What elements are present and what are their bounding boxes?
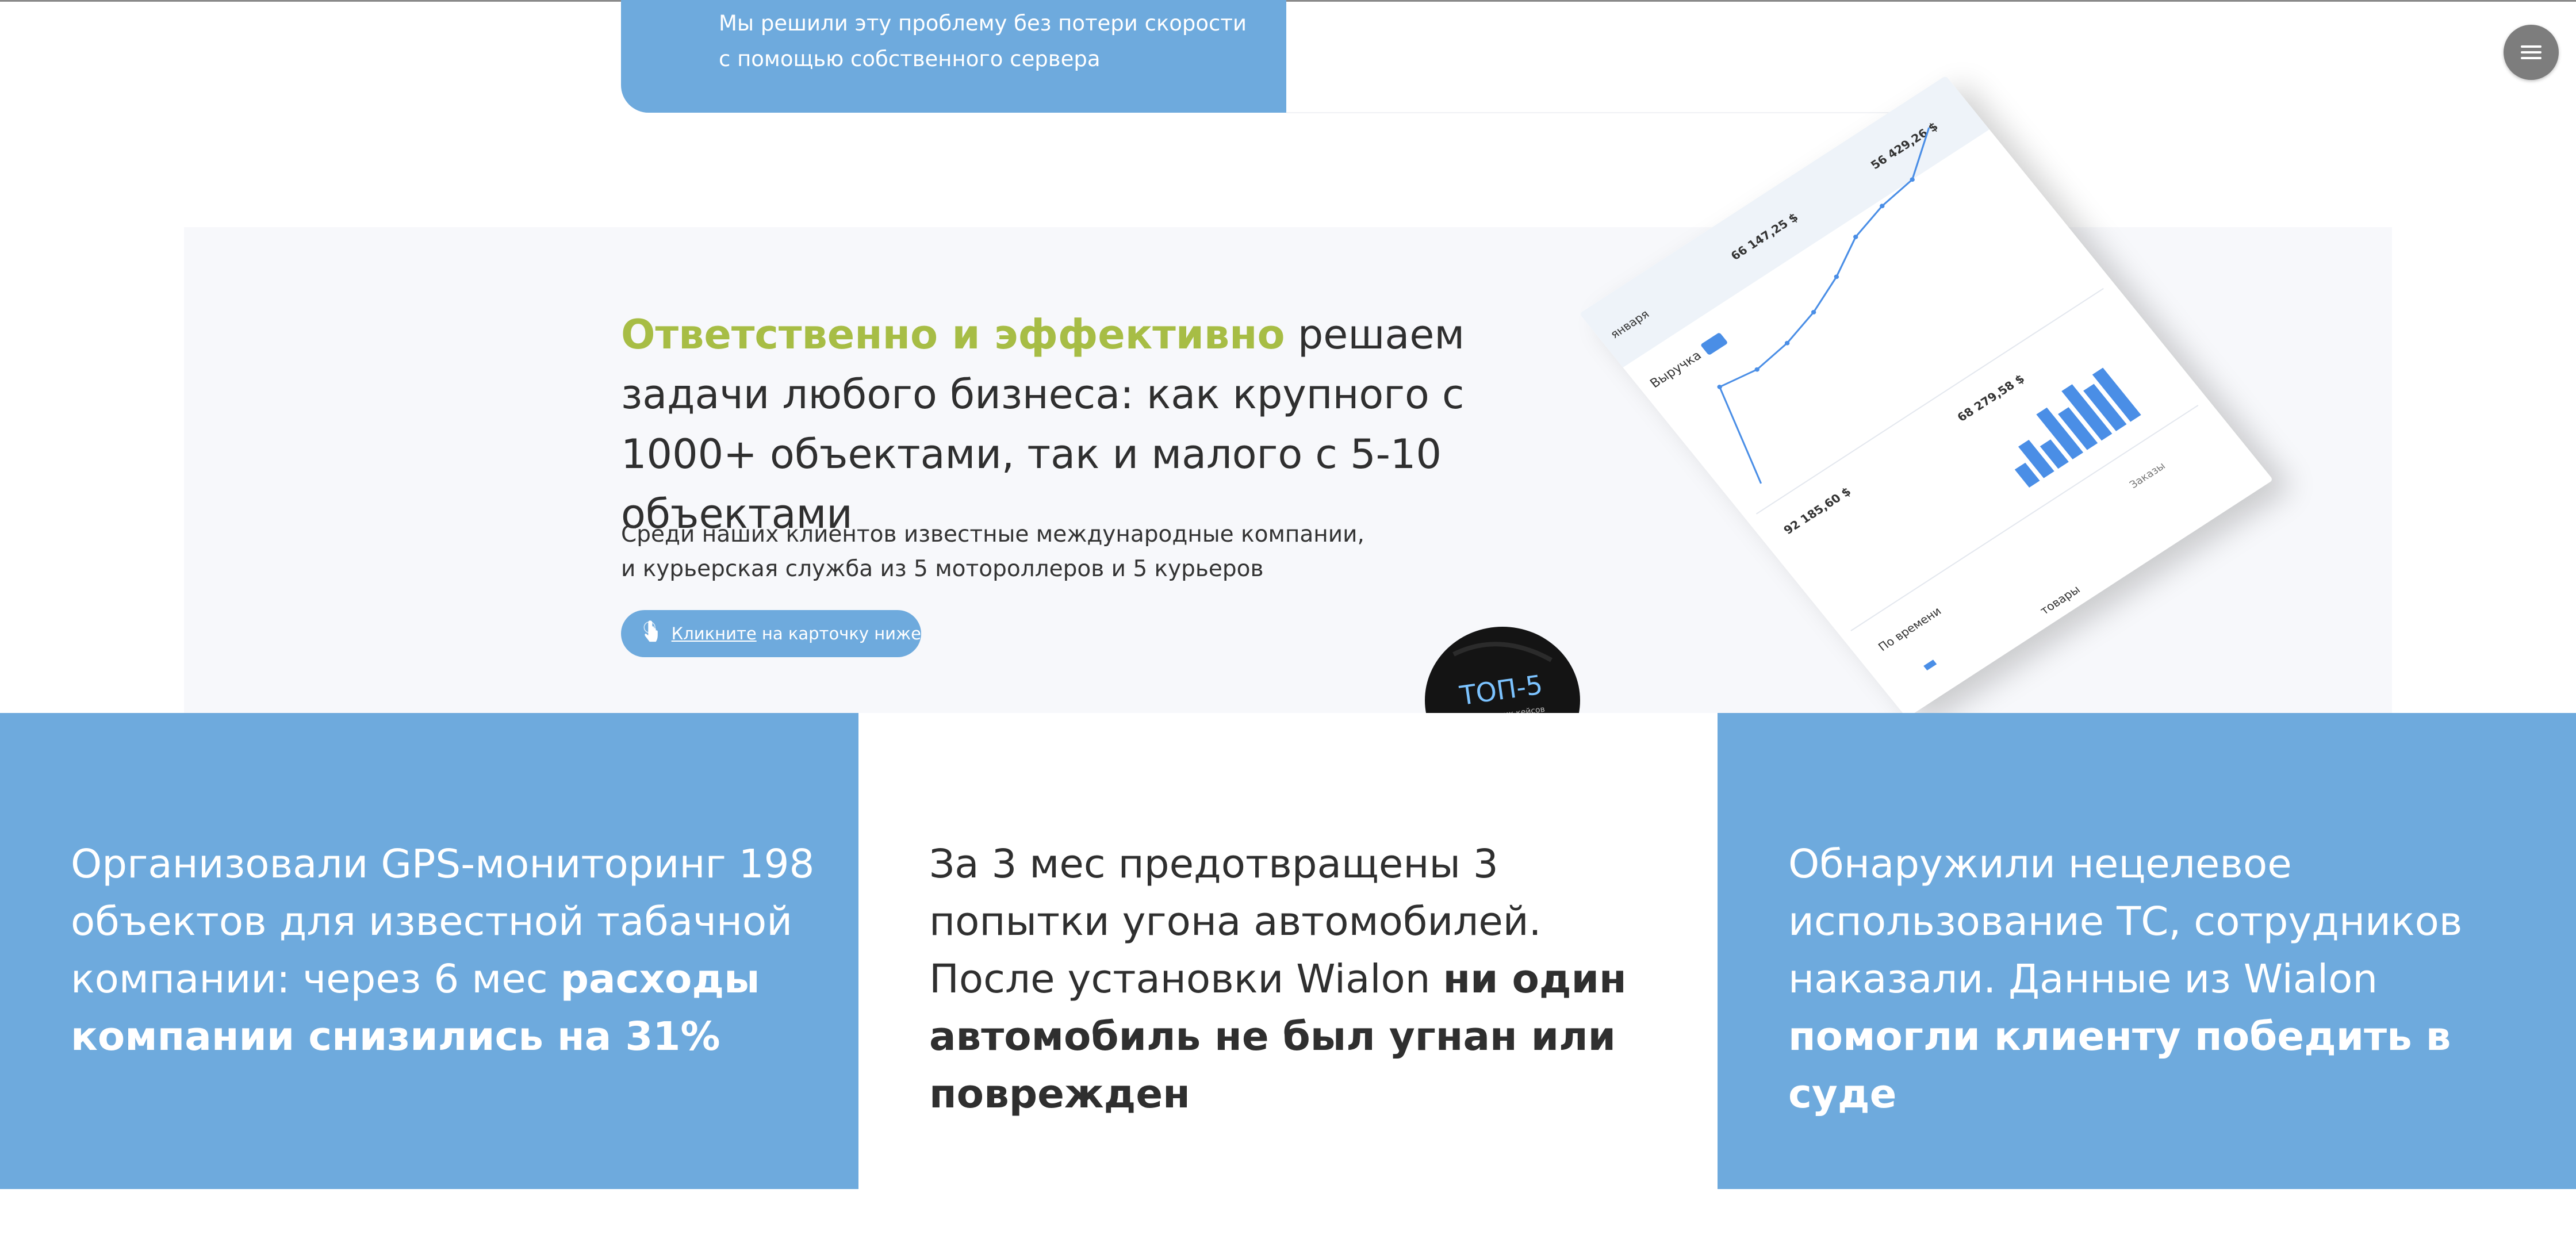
subtext-line-1: Среди наших клиентов известные междунаро… xyxy=(621,522,1364,547)
case-card-1[interactable]: Организовали GPS-мониторинг 198 объектов… xyxy=(0,713,858,1189)
headline-accent: Ответственно и эффективно xyxy=(621,311,1285,358)
dash-goods: товары xyxy=(2037,582,2083,617)
dashboard-graphic: января 66 147,25 $ 56 429,26 $ Выручка 9… xyxy=(1579,75,2199,670)
dash-value-3: 92 185,60 $ xyxy=(1781,485,1854,537)
dash-orders: Заказы xyxy=(2128,460,2168,491)
dashboard-paper: января 66 147,25 $ 56 429,26 $ Выручка 9… xyxy=(1579,75,2274,718)
case-card-1-text: Организовали GPS-мониторинг 198 объектов… xyxy=(71,835,818,1065)
menu-button[interactable] xyxy=(2504,25,2559,80)
subtext-line-2: и курьерская служба из 5 мотороллеров и … xyxy=(621,556,1264,582)
case-highlight: помогли клиенту победить в суде xyxy=(1788,1014,2451,1117)
dash-value-4: 68 279,58 $ xyxy=(1954,372,2027,424)
dash-by-time: По времени xyxy=(1876,604,1944,654)
dashboard-illustration: января 66 147,25 $ 56 429,26 $ Выручка 9… xyxy=(1552,34,2300,724)
info-card-line-1: Мы решили эту проблему без потери скорос… xyxy=(719,11,1247,36)
case-card-3[interactable]: Обнаружили нецелевое использование ТС, с… xyxy=(1718,713,2576,1189)
hint-link[interactable]: Кликните xyxy=(672,624,757,643)
case-card-3-text: Обнаружили нецелевое использование ТС, с… xyxy=(1788,835,2536,1123)
case-card-2[interactable]: За 3 мес предотвращены 3 попытки угона а… xyxy=(858,713,1718,1189)
pointer-hand-icon xyxy=(643,620,658,642)
click-hint-button[interactable]: Кликните на карточку ниже xyxy=(621,610,921,657)
hamburger-menu-icon-line xyxy=(2521,57,2542,59)
hamburger-menu-icon-line xyxy=(2521,51,2542,53)
hint-text: Кликните на карточку ниже xyxy=(672,624,921,643)
intro-headline: Ответственно и эффективно решаем задачи … xyxy=(621,305,1598,544)
top-divider xyxy=(0,0,2576,2)
hint-rest: на карточку ниже xyxy=(756,624,921,643)
dash-revenue-label: Выручка xyxy=(1647,348,1704,390)
hamburger-menu-icon xyxy=(2521,45,2542,48)
info-card-line-2: с помощью собственного сервера xyxy=(719,47,1101,71)
case-card-2-text: За 3 мес предотвращены 3 попытки угона а… xyxy=(929,835,1677,1123)
info-card-text: Мы решили эту проблему без потери скорос… xyxy=(719,6,1259,77)
intro-subtext: Среди наших клиентов известные междунаро… xyxy=(621,517,1368,586)
case-text: Обнаружили нецелевое использование ТС, с… xyxy=(1788,841,2463,1002)
